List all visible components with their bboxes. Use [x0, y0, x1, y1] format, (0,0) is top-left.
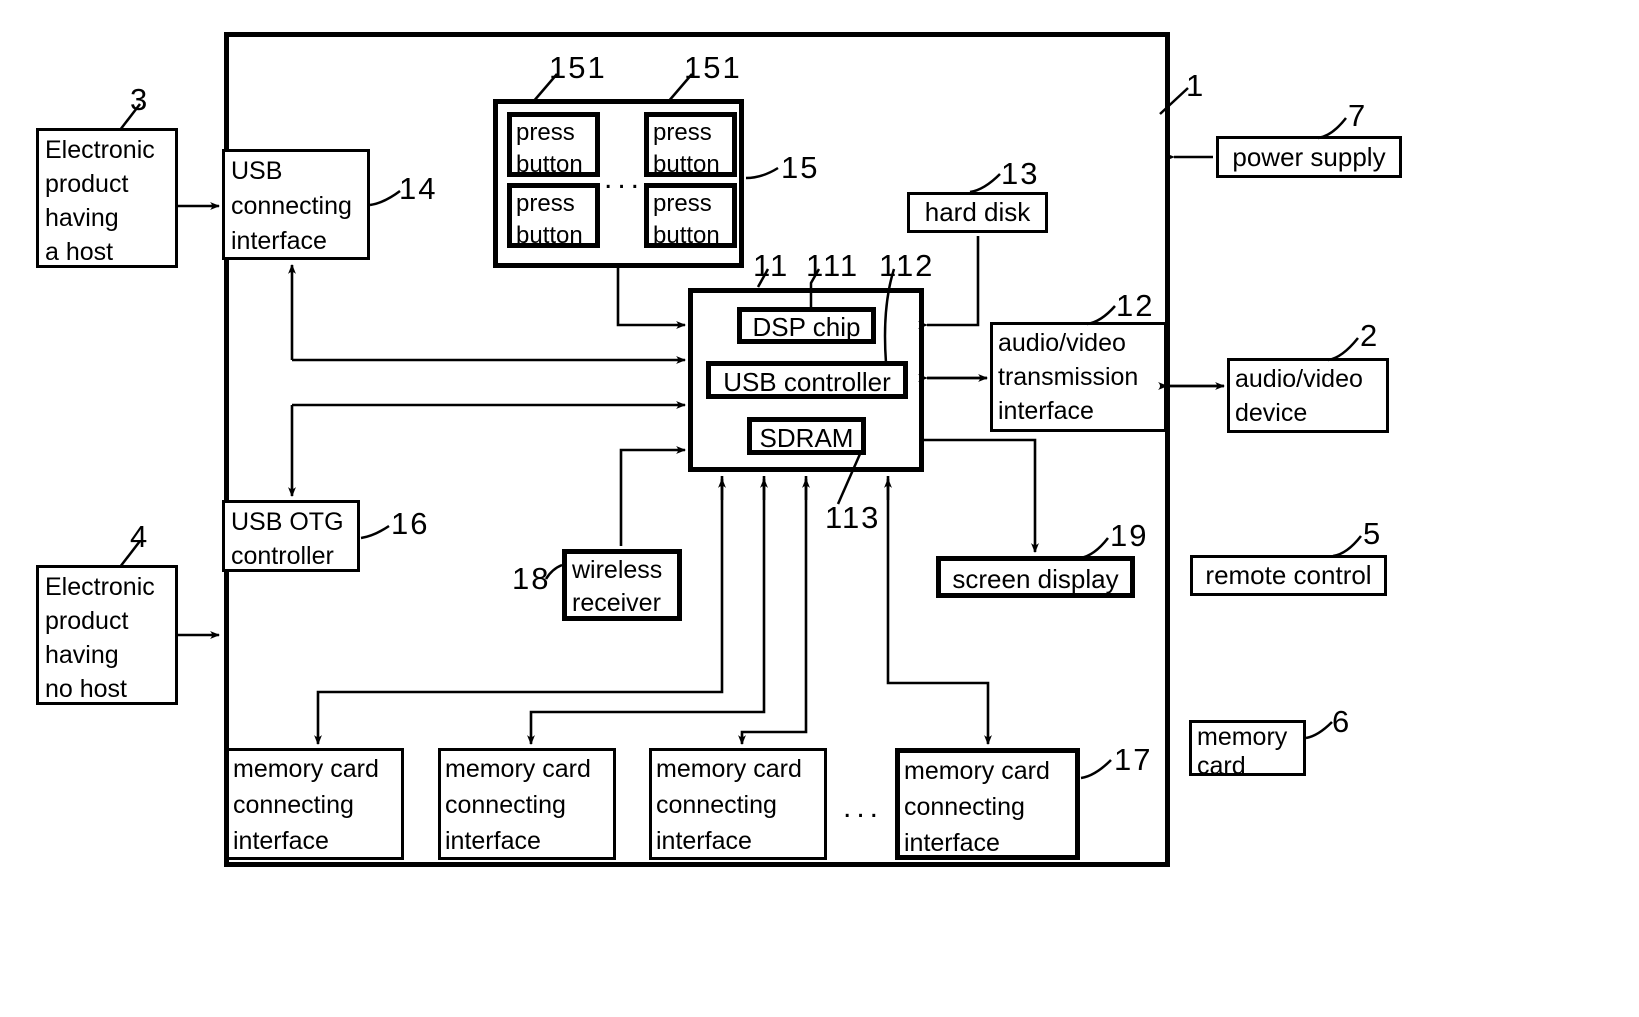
leader-line-19	[1079, 537, 1109, 560]
block-remote-control: remote control	[1190, 555, 1387, 596]
block-sdram: SDRAM	[747, 417, 866, 455]
leader-line-5	[1332, 535, 1362, 558]
block-electronic-product-having-no-host: Electronic product having no host	[36, 565, 178, 705]
block-press-button-2[interactable]: press button	[644, 112, 737, 178]
block-press-button-3[interactable]: press button	[507, 183, 600, 249]
block-electronic-product-having-a-host: Electronic product having a host	[36, 128, 178, 268]
ref-label-19: 19	[1110, 518, 1149, 553]
block-av-device: audio/video device	[1227, 358, 1389, 433]
ref-label-17: 17	[1114, 742, 1153, 777]
ref-label-14: 14	[399, 171, 438, 206]
leader-line-15	[745, 166, 779, 180]
leader-line-151-left	[532, 73, 558, 103]
block-memory-card-connecting-interface-3: memory card connecting interface	[649, 748, 827, 860]
figure-canvas: 1 Electronic product having a host 3 Ele…	[0, 0, 1639, 1017]
leader-line-14	[369, 189, 401, 207]
ref-label-16: 16	[391, 506, 430, 541]
block-memory-card-connecting-interface-1: memory card connecting interface	[226, 748, 404, 860]
leader-line-17	[1080, 759, 1112, 780]
block-power-supply: power supply	[1216, 136, 1402, 178]
leader-line-2	[1327, 337, 1359, 362]
ref-label-12: 12	[1116, 288, 1155, 323]
block-memory-card-connecting-interface-4: memory card connecting interface	[895, 748, 1080, 860]
leader-line-13	[969, 173, 1001, 194]
leader-line-16	[360, 524, 390, 540]
leader-line-113	[836, 453, 862, 505]
block-screen-display: screen display	[936, 556, 1135, 598]
ref-label-5: 5	[1363, 516, 1383, 551]
block-press-button-4[interactable]: press button	[644, 183, 737, 249]
leader-line-11	[756, 268, 770, 288]
block-usb-otg-controller: USB OTG controller	[222, 500, 360, 572]
leader-line-1	[1159, 87, 1189, 115]
block-usb-connecting-interface: USB connecting interface	[222, 149, 370, 260]
block-av-transmission-interface: audio/video transmission interface	[990, 322, 1167, 432]
block-memory-card: memory card	[1189, 720, 1306, 780]
block-wireless-receiver: wireless receiver	[562, 549, 682, 621]
leader-line-12	[1086, 305, 1116, 326]
leader-line-7	[1317, 117, 1347, 140]
block-press-button-1[interactable]: press button	[507, 112, 600, 178]
leader-line-3	[119, 103, 141, 131]
block-dsp-chip: DSP chip	[737, 307, 876, 344]
leader-line-18	[544, 563, 563, 580]
leader-line-4	[119, 540, 141, 568]
ref-label-7: 7	[1348, 98, 1368, 133]
memory-card-interface-ellipsis: ...	[843, 791, 884, 824]
ref-label-13: 13	[1001, 156, 1040, 191]
leader-line-6	[1305, 721, 1333, 740]
ref-label-15: 15	[781, 150, 820, 185]
press-button-ellipsis: ...	[604, 162, 645, 195]
block-memory-card-connecting-interface-2: memory card connecting interface	[438, 748, 616, 860]
block-hard-disk: hard disk	[907, 192, 1048, 233]
leader-line-111	[809, 268, 821, 307]
leader-line-112	[883, 268, 896, 364]
leader-line-151-right	[667, 73, 693, 103]
